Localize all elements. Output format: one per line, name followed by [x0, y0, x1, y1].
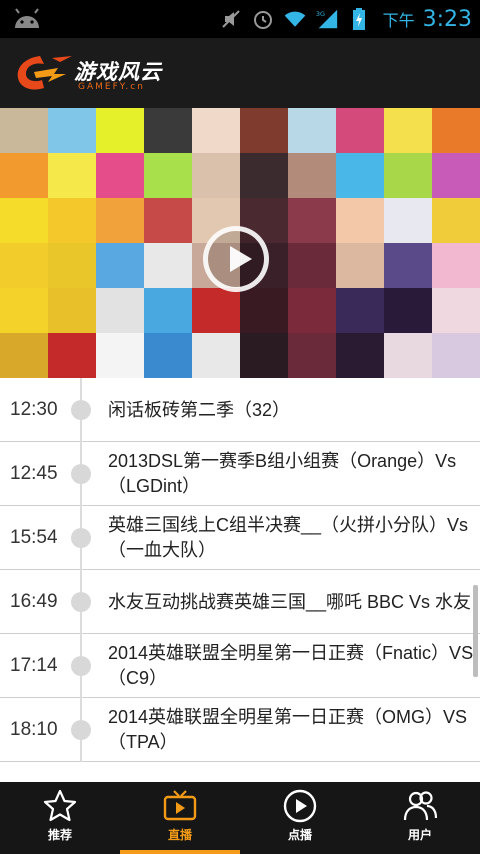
nav-recommend[interactable]: 推荐 — [0, 782, 120, 854]
timeline-dot — [71, 656, 91, 676]
row-time: 12:45 — [10, 463, 58, 484]
status-icons: 3G 下午 3:23 — [219, 0, 472, 38]
timeline-dot — [71, 464, 91, 484]
schedule-row[interactable]: 16:49 水友互动挑战赛英雄三国__哪吒 BBC Vs 水友 — [0, 570, 480, 634]
nav-label: 点播 — [287, 828, 312, 842]
mute-icon — [219, 7, 243, 31]
row-title: 2014英雄联盟全明星第一日正赛（Fnatic）VS（C9） — [108, 643, 474, 688]
row-title: 英雄三国线上C组半决赛__（火拼小分队）Vs（一血大队） — [108, 515, 469, 560]
android-icon — [15, 8, 39, 28]
nav-label: 推荐 — [47, 828, 72, 842]
row-time: 12:30 — [10, 399, 58, 420]
row-title: 2013DSL第一赛季B组小组赛（Orange）Vs（LGDint） — [108, 451, 457, 496]
row-time: 16:49 — [10, 591, 58, 612]
tv-icon — [163, 790, 197, 821]
signal-3g-icon: 3G — [315, 7, 339, 31]
play-circle-icon — [283, 789, 317, 823]
nav-label: 用户 — [407, 828, 432, 842]
timeline-dot — [71, 528, 91, 548]
nav-active-indicator — [120, 850, 240, 854]
flame-logo-icon — [17, 56, 72, 90]
schedule-row[interactable]: 12:45 2013DSL第一赛季B组小组赛（Orange）Vs（LGDint） — [0, 442, 480, 506]
status-time: 3:23 — [422, 6, 472, 32]
nav-live[interactable]: 直播 — [120, 782, 240, 854]
status-ampm: 下午 — [382, 11, 415, 30]
star-icon — [43, 789, 77, 822]
timeline-dot — [71, 400, 91, 420]
wifi-icon — [283, 7, 307, 31]
alarm-icon — [251, 7, 275, 31]
schedule-row[interactable]: 18:10 2014英雄联盟全明星第一日正赛（OMG）VS（TPA） — [0, 698, 480, 762]
schedule-row[interactable]: 12:30 闲话板砖第二季（32） — [0, 378, 480, 442]
play-icon[interactable] — [203, 226, 269, 292]
schedule-row[interactable]: 17:14 2014英雄联盟全明星第一日正赛（Fnatic）VS（C9） — [0, 634, 480, 698]
row-title: 闲话板砖第二季（32） — [108, 399, 291, 420]
nav-vod[interactable]: 点播 — [240, 782, 360, 854]
nav-label: 直播 — [167, 828, 192, 842]
timeline-dot — [71, 592, 91, 612]
battery-icon — [347, 7, 371, 31]
nav-user[interactable]: 用户 — [360, 782, 480, 854]
list-scrollbar[interactable] — [473, 585, 478, 677]
row-title: 2014英雄联盟全明星第一日正赛（OMG）VS（TPA） — [108, 707, 468, 752]
row-title: 水友互动挑战赛英雄三国__哪吒 BBC Vs 水友 — [108, 591, 472, 612]
live-schedule-list: 12:30 闲话板砖第二季（32） 12:45 2013DSL第一赛季B组小组赛… — [0, 378, 480, 782]
app-logo[interactable]: 游戏风云 GAMEFY.cn — [14, 52, 164, 94]
svg-text:3G: 3G — [316, 10, 325, 18]
app-header: 游戏风云 GAMEFY.cn — [0, 38, 480, 108]
status-bar: 3G 下午 3:23 — [0, 0, 480, 38]
row-time: 17:14 — [10, 655, 58, 676]
row-time: 18:10 — [10, 719, 58, 740]
schedule-row[interactable]: 15:54 英雄三国线上C组半决赛__（火拼小分队）Vs（一血大队） — [0, 506, 480, 570]
featured-banner[interactable] — [0, 108, 480, 378]
bottom-nav: 推荐 直播 点播 用户 — [0, 782, 480, 854]
users-icon — [403, 791, 438, 821]
logo-subtext: GAMEFY.cn — [78, 82, 145, 92]
timeline-dot — [71, 720, 91, 740]
row-time: 15:54 — [10, 527, 58, 548]
